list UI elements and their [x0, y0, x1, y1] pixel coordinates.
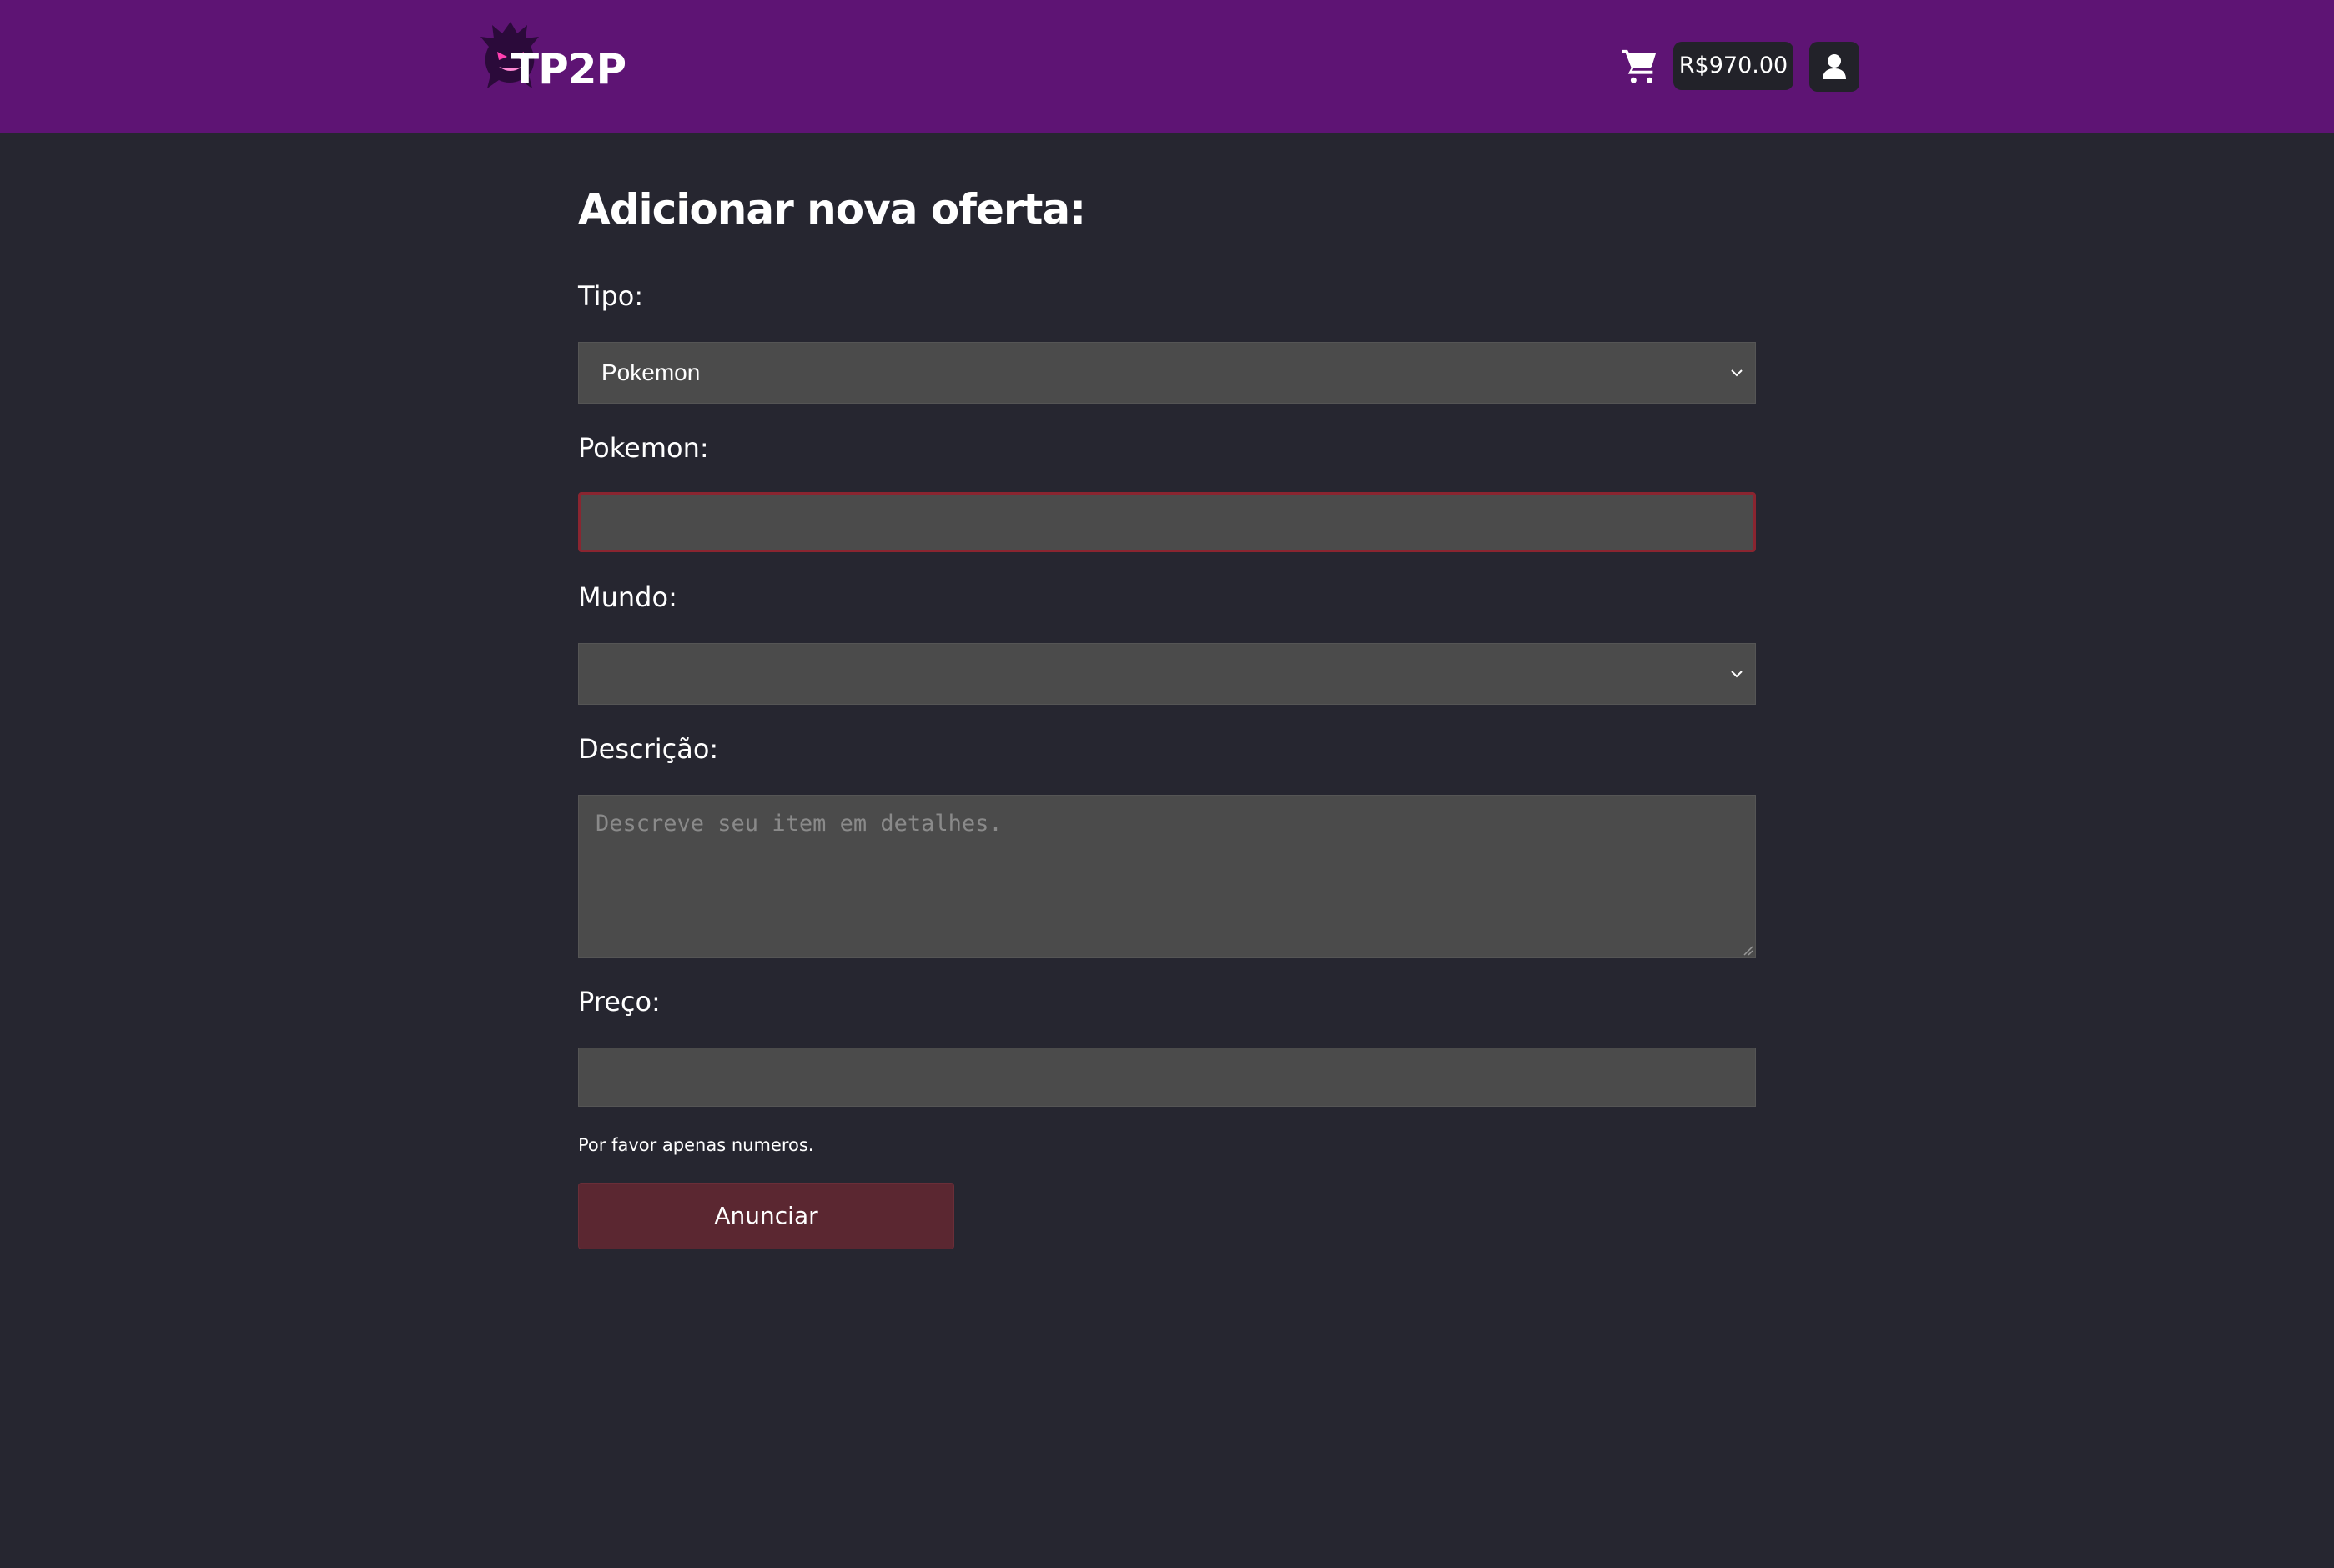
- mundo-label: Mundo:: [578, 581, 677, 613]
- cart-icon[interactable]: [1621, 47, 1659, 85]
- brand-logo[interactable]: TP2P: [477, 18, 627, 102]
- mundo-select[interactable]: [578, 643, 1756, 705]
- descricao-label: Descrição:: [578, 733, 719, 765]
- descricao-placeholder: Descreve seu item em detalhes.: [596, 811, 1003, 837]
- tipo-select[interactable]: Pokemon: [578, 342, 1756, 404]
- tipo-label: Tipo:: [578, 280, 644, 312]
- pokemon-input[interactable]: [578, 492, 1756, 552]
- descricao-textarea[interactable]: Descreve seu item em detalhes.: [578, 795, 1756, 958]
- brand-name: TP2P: [511, 45, 626, 93]
- preco-label: Preço:: [578, 986, 661, 1018]
- preco-input[interactable]: [578, 1048, 1756, 1107]
- top-navbar: TP2P R$970.00: [0, 0, 2334, 133]
- chevron-down-icon: [1731, 671, 1743, 678]
- page-title: Adicionar nova oferta:: [578, 185, 1086, 234]
- anunciar-button[interactable]: Anunciar: [578, 1183, 954, 1249]
- resize-handle-icon[interactable]: [1742, 944, 1753, 956]
- user-menu-button[interactable]: [1809, 42, 1859, 92]
- pokemon-label: Pokemon:: [578, 432, 709, 464]
- wallet-balance[interactable]: R$970.00: [1673, 42, 1793, 90]
- preco-hint: Por favor apenas numeros.: [578, 1135, 814, 1155]
- tipo-selected-value: Pokemon: [601, 359, 701, 385]
- chevron-down-icon: [1731, 369, 1743, 377]
- user-icon: [1823, 54, 1846, 79]
